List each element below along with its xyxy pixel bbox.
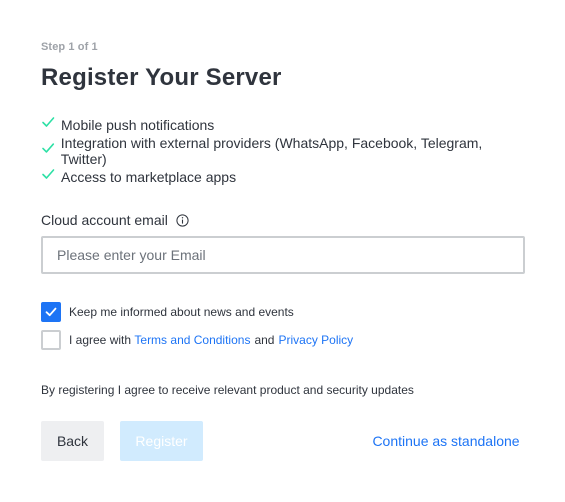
registration-disclaimer: By registering I agree to receive releva… [41,383,414,397]
continue-standalone-button[interactable]: Continue as standalone [351,421,541,461]
terms-checkbox-row[interactable]: I agree with Terms and Conditions and Priv… [41,330,353,350]
check-icon [42,169,55,179]
email-field[interactable] [41,236,525,274]
email-label-text: Cloud account email [41,212,168,228]
feature-label: Integration with external providers (Wha… [60,135,483,167]
feature-label: Access to marketplace apps [61,169,237,185]
check-icon [42,117,55,127]
feature-label: Mobile push notifications [61,117,215,133]
terms-prefix: I agree with [69,333,132,347]
email-label: Cloud account email [41,212,189,228]
privacy-link[interactable]: Privacy Policy [278,333,353,347]
news-checkbox-row[interactable]: Keep me informed about news and events [41,302,294,322]
terms-checkbox[interactable] [41,330,61,350]
checkmark-icon [45,307,57,317]
check-icon [42,143,55,153]
feature-list: Mobile push notifications Integration wi… [41,112,525,190]
page-title: Register Your Server [41,64,282,91]
terms-and: and [254,333,275,347]
feature-item: Access to marketplace apps [41,164,525,190]
news-checkbox[interactable] [41,302,61,322]
news-checkbox-label: Keep me informed about news and events [69,305,294,319]
register-button[interactable]: Register [120,421,203,461]
back-button[interactable]: Back [41,421,104,461]
feature-item: Integration with external providers (Wha… [41,135,525,167]
terms-link[interactable]: Terms and Conditions [134,333,250,347]
step-indicator: Step 1 of 1 [41,41,98,53]
info-icon[interactable] [176,213,189,227]
